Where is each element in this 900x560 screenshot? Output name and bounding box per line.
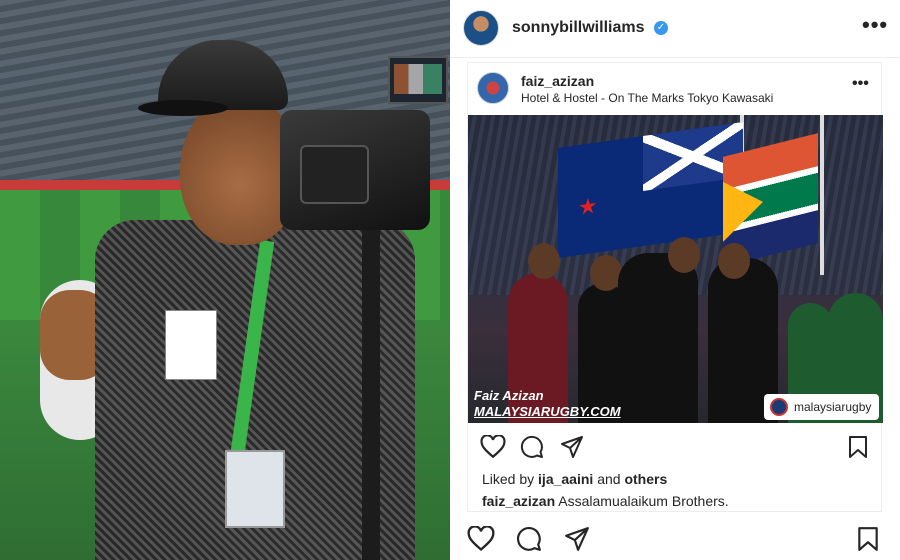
player-head <box>718 243 750 279</box>
player-head <box>528 243 560 279</box>
liked-mid: and <box>593 471 625 487</box>
caption-username[interactable]: faiz_azizan <box>482 493 555 509</box>
flag-pole <box>820 115 824 275</box>
photo-credit-site: MALAYSIARUGBY.COM <box>474 404 621 419</box>
reposted-post-card: faiz_azizan Hotel & Hostel - On The Mark… <box>467 62 883 512</box>
comment-icon[interactable] <box>520 435 544 459</box>
player <box>618 253 698 423</box>
reposted-actions-bar <box>468 425 883 469</box>
liked-others-link[interactable]: others <box>624 471 667 487</box>
post-caption: faiz_azizan Assalamualaikum Brothers. <box>482 493 729 509</box>
comment-icon[interactable] <box>516 526 542 552</box>
heart-icon[interactable] <box>467 526 495 552</box>
liked-user-link[interactable]: ija_aaini <box>538 471 593 487</box>
tag-avatar-icon <box>770 398 788 416</box>
bookmark-icon[interactable] <box>857 526 879 552</box>
liked-prefix: Liked by <box>482 471 539 487</box>
reposted-post-header: faiz_azizan Hotel & Hostel - On The Mark… <box>468 63 883 115</box>
photographer-photo <box>0 0 450 560</box>
post-header: sonnybillwilliams ✓ ••• <box>450 0 900 58</box>
vest-logo-patch <box>165 310 217 380</box>
instagram-post-panel: sonnybillwilliams ✓ ••• faiz_azizan Hote… <box>450 0 900 560</box>
likes-summary: Liked by ija_aaini and others <box>482 471 667 487</box>
tag-label: malaysiarugby <box>794 400 872 414</box>
avatar[interactable] <box>463 10 499 46</box>
share-icon[interactable] <box>560 435 584 459</box>
share-icon[interactable] <box>564 526 590 552</box>
actions-bar <box>450 516 900 560</box>
bookmark-icon[interactable] <box>848 435 868 459</box>
camera-monopod <box>362 230 380 560</box>
reposted-username[interactable]: faiz_azizan <box>521 73 594 89</box>
press-badge <box>225 450 285 528</box>
reposted-more-options-icon[interactable]: ••• <box>852 75 869 93</box>
photographer <box>40 40 430 560</box>
player-head <box>668 237 700 273</box>
post-username[interactable]: sonnybillwilliams <box>512 19 644 37</box>
dslr-camera <box>280 110 430 230</box>
verified-badge-icon: ✓ <box>654 21 668 35</box>
heart-icon[interactable] <box>480 435 506 459</box>
post-location[interactable]: Hotel & Hostel - On The Marks Tokyo Kawa… <box>521 91 773 105</box>
user-tag[interactable]: malaysiarugby <box>764 394 880 420</box>
caption-text: Assalamualaikum Brothers. <box>555 493 729 509</box>
reposted-avatar[interactable] <box>477 72 509 104</box>
photo-credit-name: Faiz Azizan <box>474 388 544 403</box>
more-options-icon[interactable]: ••• <box>862 12 888 38</box>
black-cap <box>138 40 288 116</box>
post-image[interactable]: Faiz Azizan MALAYSIARUGBY.COM malaysiaru… <box>468 115 883 423</box>
